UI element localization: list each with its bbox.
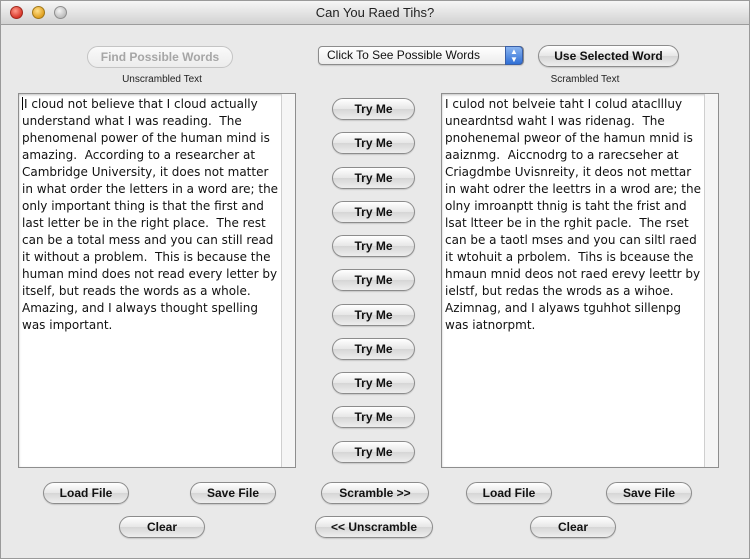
- popup-selected-value: Click To See Possible Words: [327, 48, 480, 62]
- up-down-arrows-icon: ▲ ▼: [505, 46, 523, 65]
- unscrambled-scrollbar[interactable]: [281, 94, 295, 467]
- unscrambled-text-heading: Unscrambled Text: [122, 74, 202, 85]
- try-me-button-10[interactable]: Try Me: [332, 406, 415, 428]
- window-title: Can You Raed Tihs?: [315, 5, 435, 20]
- left-load-file-button[interactable]: Load File: [43, 482, 129, 504]
- left-save-file-button[interactable]: Save File: [190, 482, 276, 504]
- unscramble-button[interactable]: << Unscramble: [315, 516, 433, 538]
- scrambled-text: I culod not belveie taht I colud ataclll…: [445, 97, 705, 332]
- try-me-button-8[interactable]: Try Me: [332, 338, 415, 360]
- try-me-button-4[interactable]: Try Me: [332, 201, 415, 223]
- app-window: Can You Raed Tihs? Find Possible Words C…: [0, 0, 750, 559]
- try-me-button-2[interactable]: Try Me: [332, 132, 415, 154]
- unscrambled-text-area[interactable]: I cloud not believe that I cloud actuall…: [18, 93, 296, 468]
- right-save-file-button[interactable]: Save File: [606, 482, 692, 504]
- scrambled-text-heading: Scrambled Text: [550, 74, 620, 85]
- text-caret: [22, 97, 23, 110]
- try-me-button-7[interactable]: Try Me: [332, 304, 415, 326]
- try-me-button-11[interactable]: Try Me: [332, 441, 415, 463]
- right-load-file-button[interactable]: Load File: [466, 482, 552, 504]
- right-clear-button[interactable]: Clear: [530, 516, 616, 538]
- try-me-button-6[interactable]: Try Me: [332, 269, 415, 291]
- scrambled-scrollbar[interactable]: [704, 94, 718, 467]
- possible-words-popup[interactable]: Click To See Possible Words ▲ ▼: [318, 46, 524, 65]
- try-me-button-3[interactable]: Try Me: [332, 167, 415, 189]
- try-me-button-1[interactable]: Try Me: [332, 98, 415, 120]
- title-bar: Can You Raed Tihs?: [1, 1, 749, 25]
- find-possible-words-button[interactable]: Find Possible Words: [87, 46, 233, 68]
- unscrambled-text: I cloud not believe that I cloud actuall…: [22, 97, 282, 332]
- left-clear-button[interactable]: Clear: [119, 516, 205, 538]
- try-me-button-9[interactable]: Try Me: [332, 372, 415, 394]
- scramble-button[interactable]: Scramble >>: [321, 482, 429, 504]
- try-me-button-5[interactable]: Try Me: [332, 235, 415, 257]
- use-selected-word-button[interactable]: Use Selected Word: [538, 45, 679, 67]
- scrambled-text-area[interactable]: I culod not belveie taht I colud ataclll…: [441, 93, 719, 468]
